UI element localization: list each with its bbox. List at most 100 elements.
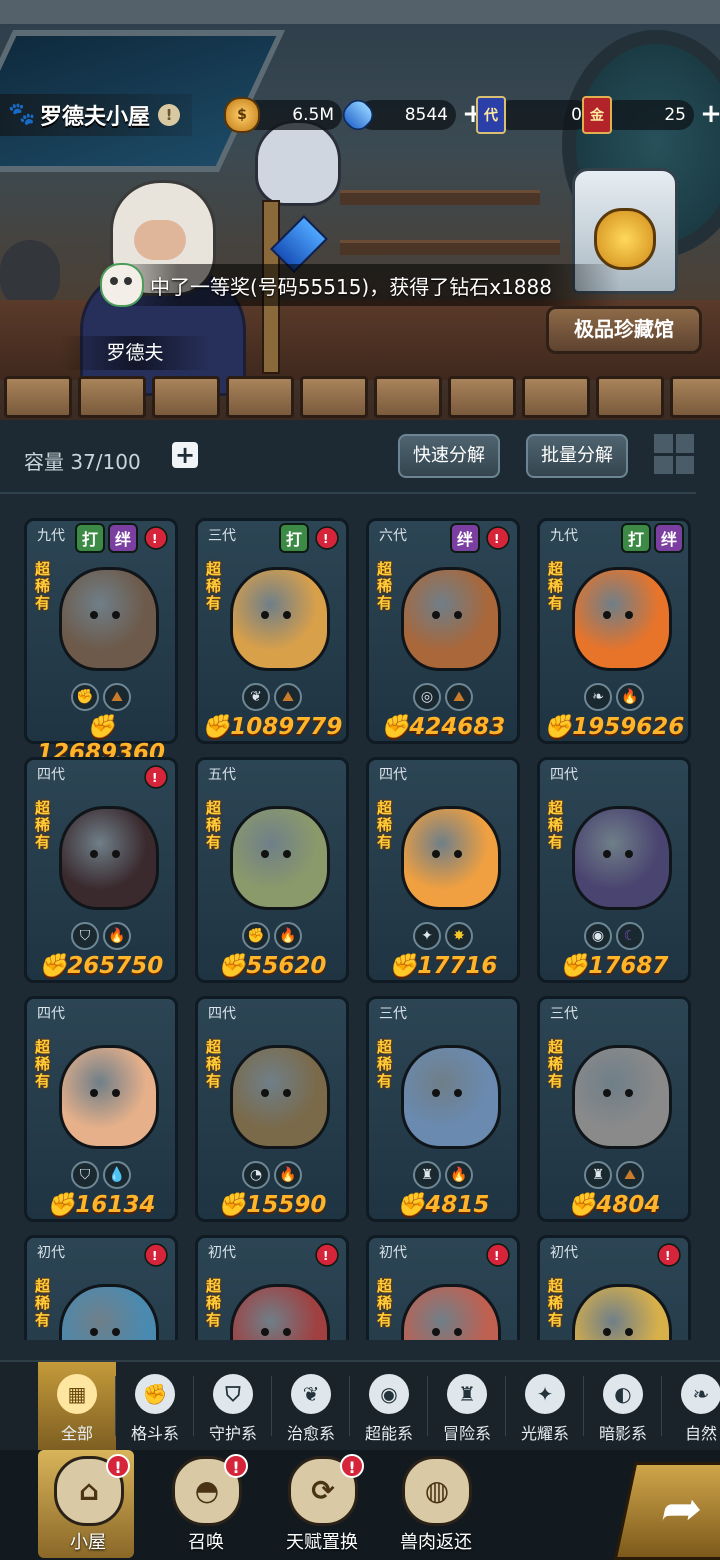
shelf [340, 190, 540, 205]
pet-card[interactable]: 四代 超稀有 ◉ ☾ ✊17687 [537, 757, 691, 983]
pet-card[interactable]: 四代 超稀有 ✦ ✸ ✊17716 [366, 757, 520, 983]
warning-icon: ! [310, 1238, 344, 1272]
pet-card[interactable]: 四代 超稀有! ⛉ 🔥 ✊265750 [24, 757, 178, 983]
pet-card[interactable]: 三代 超稀有 ♜ ⛰ ✊4804 [537, 996, 691, 1222]
pet-portrait [230, 567, 330, 671]
category-icon: ⛉ [213, 1374, 253, 1414]
category-tabs: ▦ 全部 ✊ 格斗系 ⛉ 守护系 ❦ 治愈系 ◉ 超能系 ♜ 冒险系 ✦ 光耀系 ◐ 暗影系 ❧ 自然 [0, 1360, 720, 1450]
card-tags: 打! [279, 521, 344, 555]
next-arrow-button[interactable]: ➦ [613, 1462, 720, 1560]
pet-card[interactable]: 初代 超稀有! [24, 1235, 178, 1340]
rarity-label: 超稀有 [377, 799, 393, 851]
category-icon: ♜ [447, 1374, 487, 1414]
category-label: 暗影系 [598, 1424, 647, 1443]
pet-card[interactable]: 三代 超稀有 ♜ 🔥 ✊4815 [366, 996, 520, 1222]
gold-resource: $ 6.5M [224, 97, 342, 133]
pet-portrait [59, 806, 159, 910]
rarity-label: 超稀有 [35, 1038, 51, 1090]
pet-card[interactable]: 初代 超稀有! [366, 1235, 520, 1340]
category-tab[interactable]: ✦ 光耀系 [506, 1362, 584, 1450]
divider [0, 492, 696, 494]
generation-label: 初代 [550, 1245, 578, 1261]
element-icons: ❧ 🔥 [540, 683, 688, 711]
paw-icon: 🐾 [8, 102, 36, 127]
earth-icon: ⛰ [103, 683, 131, 711]
avatar-icon [100, 263, 144, 307]
category-tab[interactable]: ▦ 全部 [38, 1362, 116, 1450]
pet-card[interactable]: 三代 超稀有 打! ❦ ⛰ ✊1089779 [195, 518, 349, 744]
target-icon: ◎ [413, 683, 441, 711]
element-icons: ◉ ☾ [540, 922, 688, 950]
power-value: ✊15590 [217, 1192, 327, 1218]
category-tab[interactable]: ⛉ 守护系 [194, 1362, 272, 1450]
card-tags: ! [139, 1238, 173, 1272]
card-tags: 绊! [450, 521, 515, 555]
bond-tag: 绊 [108, 523, 138, 553]
power-value: ✊17716 [388, 953, 498, 979]
fist-icon: ✊ [242, 922, 270, 950]
fist-icon: ✊ [71, 683, 99, 711]
house-title-bar: 🐾 罗德夫小屋 ! [0, 94, 193, 136]
grid-view-icon[interactable] [654, 434, 694, 474]
pet-portrait [59, 1045, 159, 1149]
earth-icon: ⛰ [616, 1161, 644, 1189]
nav-item[interactable]: ◓ 召唤! [156, 1450, 256, 1560]
info-icon[interactable]: ! [158, 104, 181, 126]
generation-label: 初代 [37, 1245, 65, 1261]
rarity-label: 超稀有 [377, 1038, 393, 1090]
category-tab[interactable]: ❧ 自然 [662, 1362, 720, 1450]
pet-portrait [401, 1284, 501, 1340]
category-tab[interactable]: ❦ 治愈系 [272, 1362, 350, 1450]
card-tags: ! [652, 1238, 686, 1272]
quick-decompose-button[interactable]: 快速分解 [398, 434, 500, 478]
nav-item[interactable]: ◍ 兽肉返还 [386, 1450, 486, 1560]
pet-portrait [572, 567, 672, 671]
power-value: ✊424683 [380, 714, 506, 740]
generation-label: 九代 [550, 528, 578, 544]
pet-card[interactable]: 六代 超稀有 绊! ◎ ⛰ ✊424683 [366, 518, 520, 744]
card-tags: ! [139, 760, 173, 794]
warning-icon: ! [310, 521, 344, 555]
bottom-nav: ➦ ⌂ 小屋! ◓ 召唤! ⟳ 天赋置换! ◍ 兽肉返还 [0, 1450, 720, 1560]
category-tab[interactable]: ◐ 暗影系 [584, 1362, 662, 1450]
pet-portrait [230, 806, 330, 910]
nav-item[interactable]: ⌂ 小屋! [38, 1450, 138, 1560]
pet-card[interactable]: 五代 超稀有 ✊ 🔥 ✊55620 [195, 757, 349, 983]
category-tab[interactable]: ◉ 超能系 [350, 1362, 428, 1450]
pet-card[interactable]: 初代 超稀有! [195, 1235, 349, 1340]
diamond-resource: 8544 + [337, 94, 486, 136]
power-value: ✊4815 [396, 1192, 490, 1218]
category-label: 全部 [60, 1424, 93, 1443]
pet-card[interactable]: 九代 超稀有打绊! ✊ ⛰ ✊12689360 [24, 518, 178, 766]
nav-item[interactable]: ⟳ 天赋置换! [272, 1450, 372, 1560]
generation-label: 三代 [379, 1006, 407, 1022]
pet-card[interactable]: 九代 超稀有 打绊 ❧ 🔥 ✊1959626 [537, 518, 691, 744]
pet-card[interactable]: 四代 超稀有 ◔ 🔥 ✊15590 [195, 996, 349, 1222]
category-tab[interactable]: ✊ 格斗系 [116, 1362, 194, 1450]
fire-icon: 🔥 [274, 922, 302, 950]
pet-portrait [401, 567, 501, 671]
batch-decompose-button[interactable]: 批量分解 [526, 434, 628, 478]
rarity-label: 超稀有 [35, 799, 51, 851]
nav-label: 小屋 [70, 1532, 106, 1553]
earth-icon: ⛰ [274, 683, 302, 711]
element-icons: ◔ 🔥 [198, 1161, 346, 1189]
generation-label: 四代 [208, 1006, 236, 1022]
rarity-label: 超稀有 [206, 560, 222, 612]
expand-capacity-button[interactable]: + [172, 442, 198, 468]
rarity-label: 超稀有 [548, 799, 564, 851]
pet-portrait [572, 806, 672, 910]
category-tab[interactable]: ♜ 冒险系 [428, 1362, 506, 1450]
power-value: ✊1959626 [543, 714, 685, 740]
warning-icon: ! [139, 521, 173, 555]
alert-badge-icon: ! [224, 1454, 248, 1478]
resource-bar: 🐾 罗德夫小屋 ! $ 6.5M 8544 + 代 0 金 25 + [0, 94, 720, 136]
sun-icon: ✸ [445, 922, 473, 950]
nav-label: 兽肉返还 [400, 1532, 472, 1553]
pet-card[interactable]: 初代 超稀有! [537, 1235, 691, 1340]
add-jin-ticket-button[interactable]: + [698, 101, 720, 128]
generation-label: 四代 [550, 767, 578, 783]
collection-button[interactable]: 极品珍藏馆 [546, 306, 702, 354]
pet-card[interactable]: 四代 超稀有 ⛉ 💧 ✊16134 [24, 996, 178, 1222]
rarity-label: 超稀有 [206, 799, 222, 851]
